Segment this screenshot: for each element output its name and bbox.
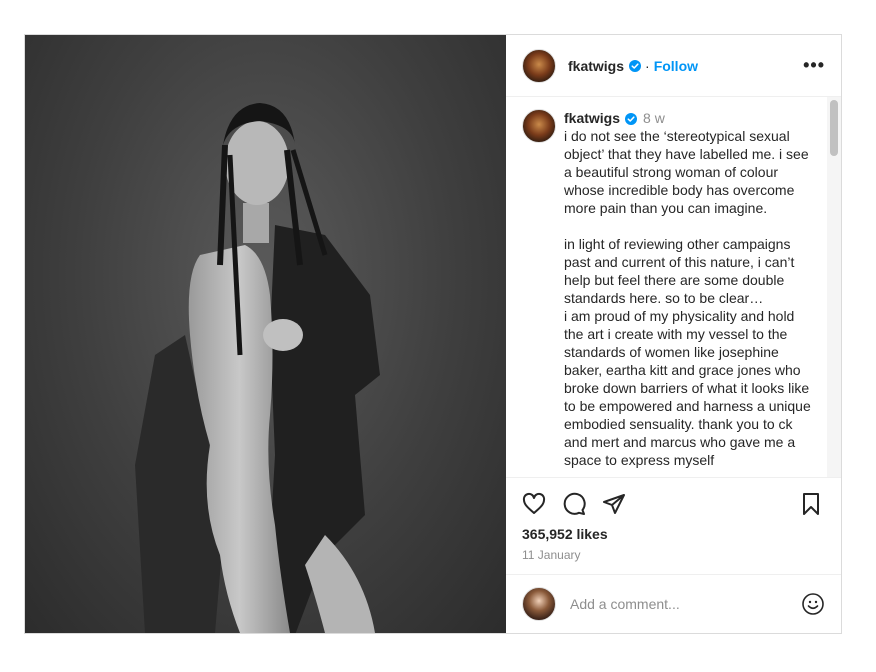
post-photo-illustration <box>135 103 380 633</box>
caption-scrollbar-thumb[interactable] <box>830 100 838 156</box>
comment-input[interactable] <box>568 595 801 613</box>
post-modal: fkatwigs · Follow ••• fkatwigs 8 w i do n… <box>24 34 842 634</box>
verified-badge-icon <box>629 59 642 72</box>
caption-time[interactable]: 8 w <box>643 110 665 126</box>
post-header: fkatwigs · Follow ••• <box>506 35 841 97</box>
caption-header: fkatwigs 8 w <box>564 109 814 127</box>
post-sidebar: fkatwigs · Follow ••• fkatwigs 8 w i do n… <box>506 35 841 633</box>
caption-author-avatar[interactable] <box>522 109 556 143</box>
likes-count[interactable]: 365,952 likes <box>506 522 841 542</box>
caption-username[interactable]: fkatwigs <box>564 110 620 126</box>
author-username[interactable]: fkatwigs <box>568 58 624 74</box>
caption-scrollbar[interactable] <box>827 97 841 477</box>
caption-body: fkatwigs 8 w i do not see the ‘stereotypi… <box>564 109 814 469</box>
comment-bar <box>506 574 841 633</box>
post-date[interactable]: 11 January <box>506 542 841 562</box>
follow-button[interactable]: Follow <box>654 58 698 74</box>
caption-paragraph-2: in light of reviewing other campaigns pa… <box>564 236 811 468</box>
post-photo[interactable] <box>25 35 506 633</box>
verified-badge-icon <box>625 113 638 126</box>
caption-paragraph-1: i do not see the ‘stereotypical sexual o… <box>564 128 813 216</box>
more-horizontal-icon[interactable]: ••• <box>803 55 825 76</box>
comment-bubble-icon[interactable] <box>562 492 588 518</box>
heart-icon[interactable] <box>522 492 548 518</box>
bookmark-icon[interactable] <box>799 492 825 518</box>
viewer-avatar <box>522 587 556 621</box>
post-actions <box>506 478 841 522</box>
caption: fkatwigs 8 w i do not see the ‘stereotypi… <box>506 97 841 469</box>
caption-area[interactable]: fkatwigs 8 w i do not see the ‘stereotypi… <box>506 97 841 478</box>
paper-plane-icon[interactable] <box>602 492 628 518</box>
smiley-icon[interactable] <box>801 592 825 616</box>
author-avatar[interactable] <box>522 48 556 83</box>
header-separator: · <box>645 57 650 74</box>
